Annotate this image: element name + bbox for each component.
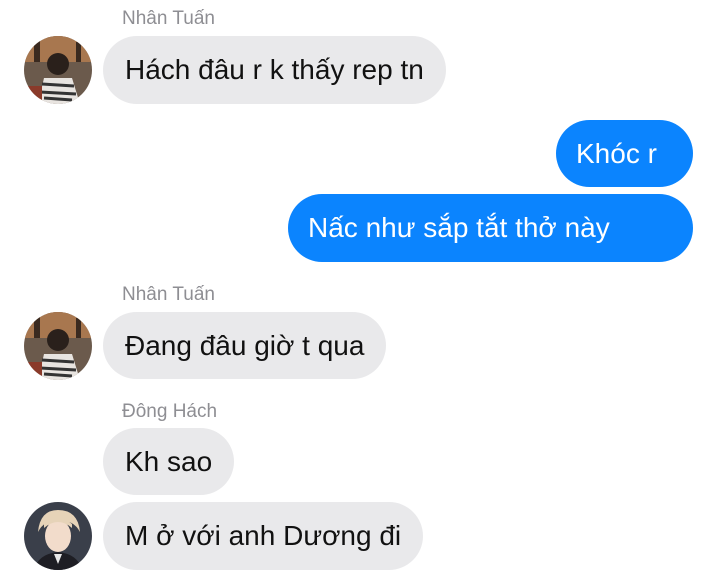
message-text: Khóc r (576, 137, 657, 169)
message-text: M ở với anh Dương đi (125, 520, 402, 551)
message-text: Kh sao (125, 445, 213, 477)
sender-avatar-photo-icon[interactable] (24, 312, 92, 380)
incoming-message-bubble[interactable]: Hách đâu r k thấy rep tn (103, 36, 446, 104)
outgoing-message-bubble[interactable]: Khóc r (556, 120, 693, 187)
outgoing-message-bubble[interactable]: Nấc như sắp tắt thở này (288, 194, 693, 262)
message-text: Hách đâu r k thấy rep tn (125, 54, 424, 85)
sender-name: Nhân Tuấn (122, 284, 215, 305)
message-text: Nấc như sắp tắt thở này (308, 212, 610, 243)
incoming-message-bubble[interactable]: Đang đâu giờ t qua (103, 312, 387, 379)
incoming-message-bubble[interactable]: Kh sao (103, 428, 235, 495)
message-text: Đang đâu giờ t qua (125, 329, 365, 361)
sender-name: Đông Hách (122, 401, 218, 422)
incoming-message-bubble[interactable]: M ở với anh Dương đi (103, 502, 424, 570)
sender-name: Nhân Tuấn (122, 8, 215, 29)
sender-avatar-photo-icon[interactable] (24, 36, 92, 104)
sender-avatar-photo-icon[interactable] (24, 502, 92, 570)
